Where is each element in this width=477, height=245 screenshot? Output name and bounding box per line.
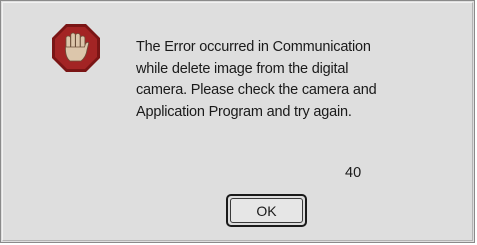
- stop-hand-icon: [52, 24, 100, 72]
- ok-button-label: OK: [230, 198, 303, 223]
- error-message: The Error occurred in Communication whil…: [136, 39, 377, 120]
- ok-button[interactable]: OK: [226, 194, 307, 227]
- error-code: 40: [345, 165, 362, 181]
- error-dialog: The Error occurred in Communication whil…: [0, 0, 475, 243]
